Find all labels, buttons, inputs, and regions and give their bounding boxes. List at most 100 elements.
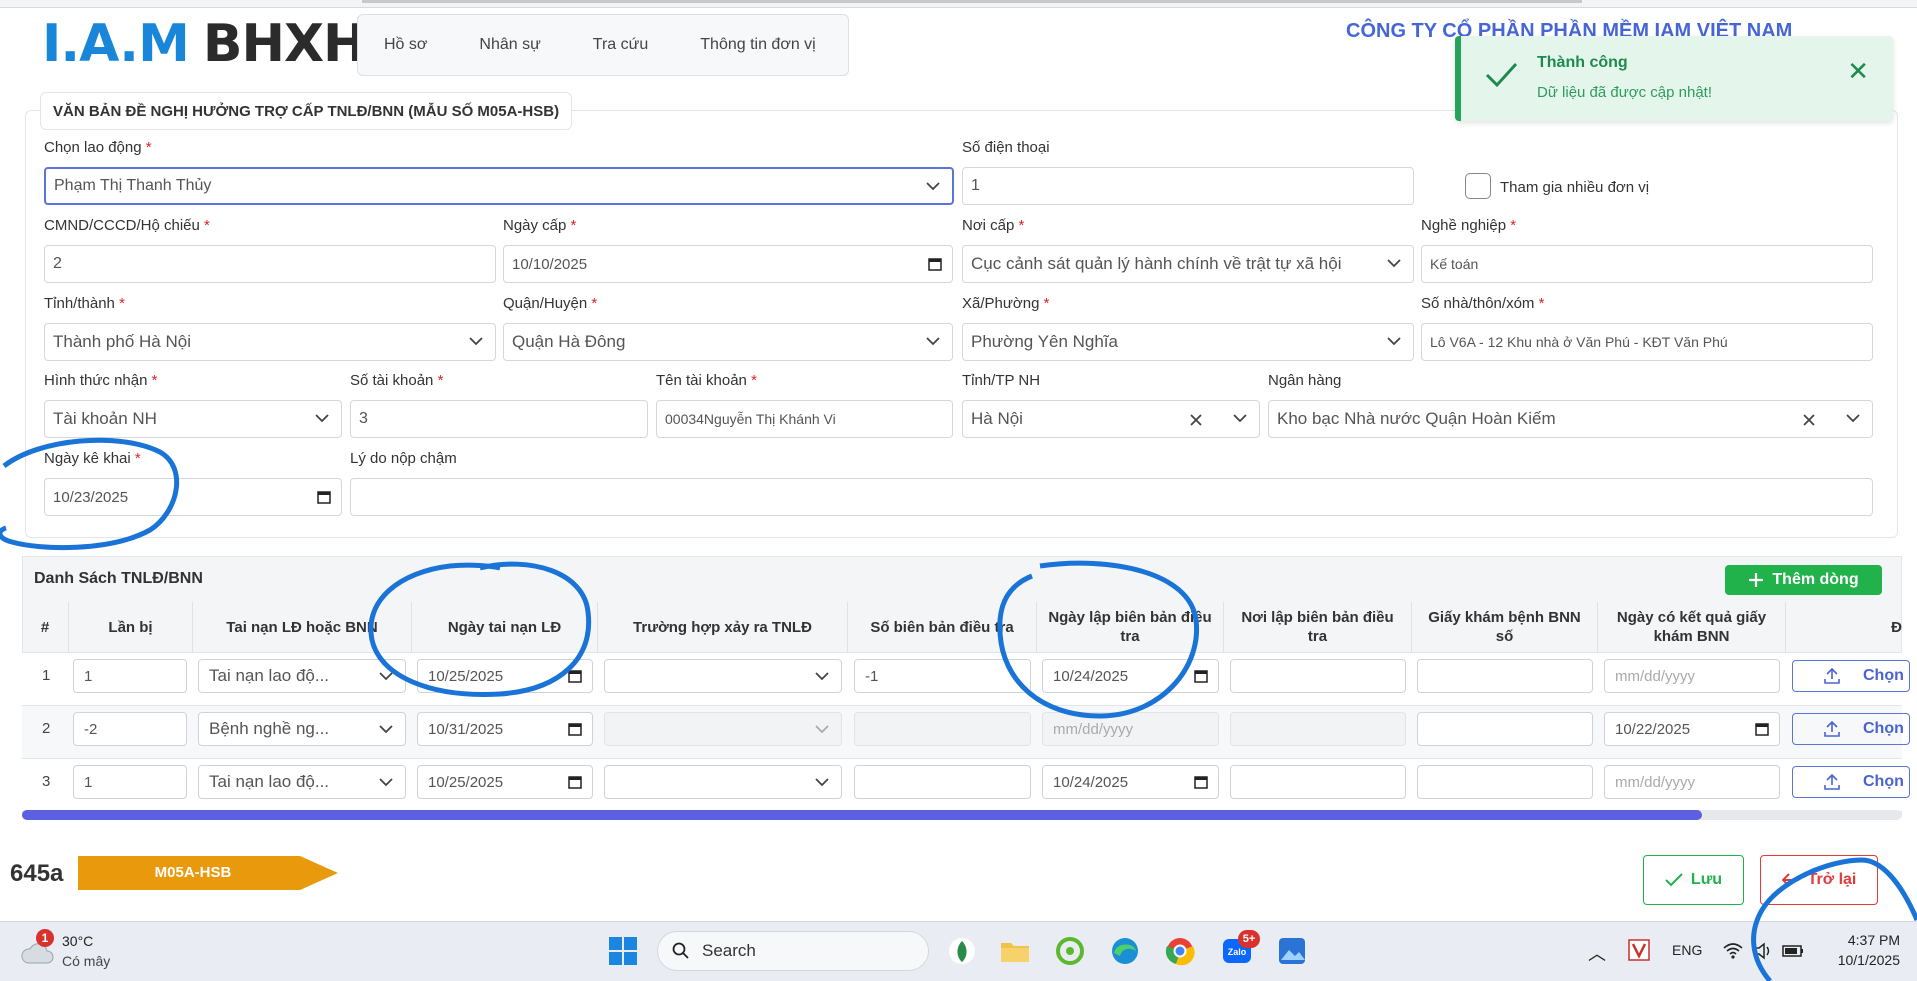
edge-browser-icon[interactable] — [1108, 934, 1142, 968]
accident-date-input[interactable]: 10/31/2025 — [417, 712, 593, 746]
col-file: Đ — [1891, 618, 1902, 636]
report-date-value: 10/24/2025 — [1053, 773, 1129, 791]
clock-time: 4:37 PM — [1847, 932, 1900, 948]
issue-date-input[interactable]: 10/10/2025 — [503, 245, 953, 283]
calendar-icon[interactable] — [317, 490, 331, 504]
weather-condition: Có mây — [62, 953, 111, 969]
date-placeholder: mm/dd/yyyy — [1053, 720, 1134, 738]
battery-icon[interactable] — [1781, 940, 1805, 962]
calendar-icon[interactable] — [568, 775, 582, 789]
bank-select[interactable]: Kho bạc Nhà nước Quận Hoàn Kiếm — [1268, 400, 1873, 438]
times-input[interactable]: -2 — [73, 712, 187, 746]
report-place-input[interactable] — [1230, 765, 1406, 799]
nav-ho-so[interactable]: Hồ sơ — [358, 36, 453, 54]
account-number-label: Số tài khoản * — [350, 372, 444, 389]
taskbar-search[interactable]: Search — [657, 931, 929, 971]
accident-date-input[interactable]: 10/25/2025 — [417, 765, 593, 799]
issue-place-select[interactable]: Cục cảnh sát quản lý hành chính về trật … — [962, 245, 1414, 283]
calendar-icon[interactable] — [568, 722, 582, 736]
chrome-browser-icon[interactable] — [1163, 934, 1197, 968]
upload-label: Chọn — [1863, 667, 1904, 684]
times-input[interactable]: 1 — [73, 659, 187, 693]
col-report-date: Ngày lập biên bản điều tra — [1037, 602, 1224, 652]
report-no-input[interactable] — [854, 765, 1031, 799]
accident-date-value: 10/31/2025 — [428, 720, 504, 738]
address-value: Lô V6A - 12 Khu nhà ở Văn Phú - KĐT Văn … — [1430, 334, 1728, 350]
district-select[interactable]: Quận Hà Đông — [503, 323, 953, 361]
clear-icon[interactable] — [1189, 413, 1203, 427]
calendar-icon[interactable] — [568, 669, 582, 683]
ward-select[interactable]: Phường Yên Nghĩa — [962, 323, 1414, 361]
check-icon — [1665, 873, 1683, 887]
type-select[interactable]: Tai nạn lao độ... — [198, 765, 406, 799]
nav-nhan-su[interactable]: Nhân sự — [453, 36, 566, 54]
back-button[interactable]: Trở lại — [1760, 855, 1878, 905]
upload-button[interactable]: Chọn — [1792, 713, 1910, 745]
file-explorer-icon[interactable] — [998, 934, 1032, 968]
receive-method-select[interactable]: Tài khoản NH — [44, 400, 342, 438]
nav-thong-tin-don-vi[interactable]: Thông tin đơn vị — [674, 36, 841, 54]
phone-input[interactable]: 1 — [962, 167, 1414, 205]
occupation-input[interactable]: Kế toán — [1421, 245, 1873, 283]
issue-date-value: 10/10/2025 — [512, 255, 588, 273]
show-hidden-icons[interactable]: ︿ — [1588, 940, 1606, 966]
result-date-input[interactable]: mm/dd/yyyy — [1604, 659, 1780, 693]
close-icon[interactable]: ✕ — [1847, 58, 1869, 84]
volume-icon[interactable] — [1752, 940, 1774, 962]
add-row-button[interactable]: Thêm dòng — [1725, 565, 1882, 595]
toast-message: Dữ liệu đã được cập nhật! — [1537, 84, 1713, 101]
language-indicator[interactable]: ENG — [1672, 942, 1702, 958]
calendar-icon[interactable] — [1755, 722, 1769, 736]
bnn-cert-input[interactable] — [1417, 765, 1593, 799]
weather-badge: 1 — [36, 929, 54, 947]
wifi-icon[interactable] — [1722, 940, 1744, 962]
accident-date-input[interactable]: 10/25/2025 — [417, 659, 593, 693]
upload-button[interactable]: Chọn — [1792, 766, 1910, 798]
upload-icon — [1824, 773, 1840, 790]
times-input[interactable]: 1 — [73, 765, 187, 799]
declare-date-label: Ngày kê khai * — [44, 450, 141, 467]
account-number-input[interactable]: 3 — [350, 400, 648, 438]
report-no-input[interactable]: -1 — [854, 659, 1031, 693]
system-clock[interactable]: 4:37 PM 10/1/2025 — [1810, 930, 1900, 970]
province-select[interactable]: Thành phố Hà Nội — [44, 323, 496, 361]
upload-button[interactable]: Chọn — [1792, 660, 1910, 692]
employee-select[interactable]: Phạm Thị Thanh Thủy — [44, 167, 954, 205]
calendar-icon[interactable] — [1194, 669, 1208, 683]
bank-province-select[interactable]: Hà Nội — [962, 400, 1260, 438]
calendar-icon[interactable] — [1194, 775, 1208, 789]
address-input[interactable]: Lô V6A - 12 Khu nhà ở Văn Phú - KĐT Văn … — [1421, 323, 1873, 361]
case-select[interactable] — [604, 659, 842, 693]
app-logo[interactable]: I.A.M BHXH — [42, 14, 367, 74]
type-value: Bệnh nghề ng... — [209, 719, 330, 738]
report-place-input[interactable] — [1230, 659, 1406, 693]
case-select[interactable] — [604, 765, 842, 799]
zalo-badge: 5+ — [1238, 930, 1260, 948]
photos-app-icon[interactable] — [1275, 934, 1309, 968]
id-number-input[interactable]: 2 — [44, 245, 496, 283]
multi-unit-checkbox[interactable] — [1465, 173, 1491, 199]
type-select[interactable]: Bệnh nghề ng... — [198, 712, 406, 746]
declare-date-input[interactable]: 10/23/2025 — [44, 478, 342, 516]
antivirus-icon[interactable] — [1627, 938, 1651, 962]
green-app-icon[interactable] — [1053, 934, 1087, 968]
report-date-input[interactable]: 10/24/2025 — [1042, 659, 1219, 693]
nav-tra-cuu[interactable]: Tra cứu — [567, 36, 674, 54]
result-date-input[interactable]: 10/22/2025 — [1604, 712, 1780, 746]
save-button[interactable]: Lưu — [1643, 855, 1744, 905]
bnn-cert-input[interactable] — [1417, 712, 1593, 746]
chevron-down-icon — [469, 337, 483, 346]
windows-start-icon[interactable] — [606, 934, 640, 968]
times-value: -2 — [84, 720, 98, 738]
result-date-input[interactable]: mm/dd/yyyy — [1604, 765, 1780, 799]
leaf-app-icon[interactable] — [945, 934, 979, 968]
bnn-cert-input[interactable] — [1417, 659, 1593, 693]
late-reason-input[interactable] — [350, 478, 1873, 516]
bank-province-label: Tỉnh/TP NH — [962, 372, 1041, 389]
scrollbar-thumb[interactable] — [22, 810, 1702, 820]
report-date-input[interactable]: 10/24/2025 — [1042, 765, 1219, 799]
type-select[interactable]: Tai nạn lao độ... — [198, 659, 406, 693]
account-name-input[interactable]: 00034Nguyễn Thị Khánh Vi — [656, 400, 953, 438]
clear-icon[interactable] — [1802, 413, 1816, 427]
calendar-icon[interactable] — [928, 257, 942, 271]
